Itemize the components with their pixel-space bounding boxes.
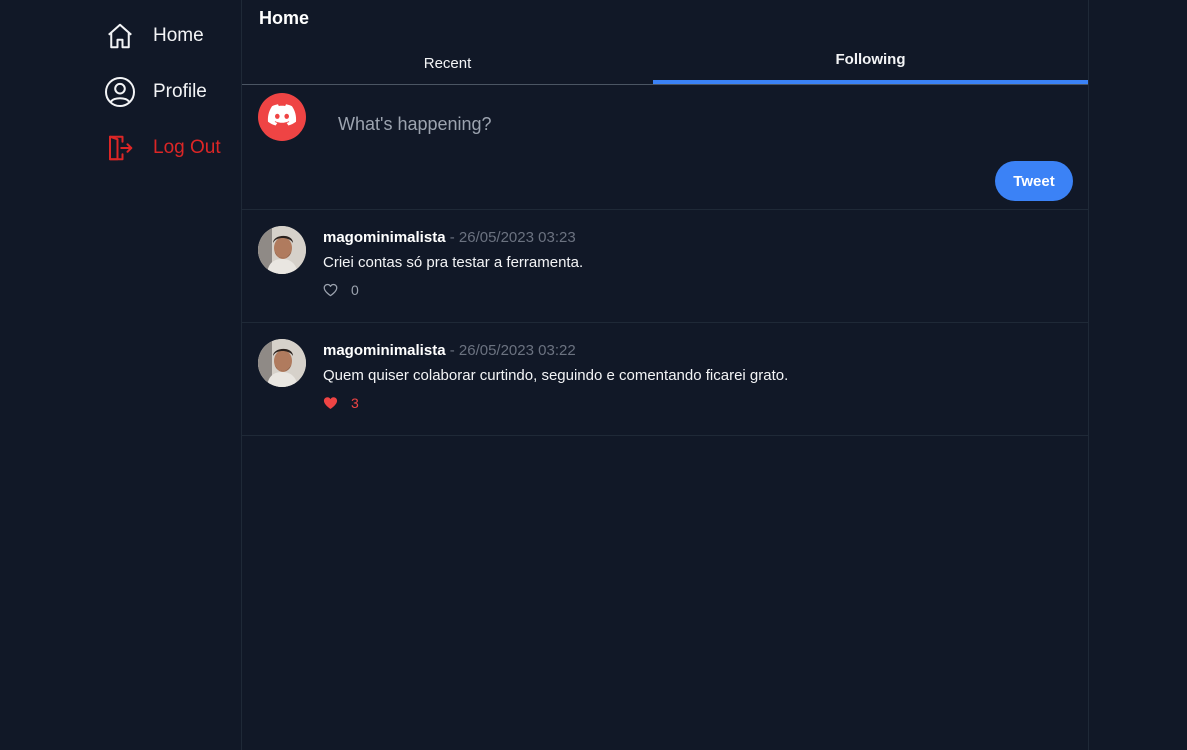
page-title: Home — [259, 8, 310, 28]
post-header: magominimalista - 26/05/2023 03:22 — [323, 342, 576, 359]
post-separator: - — [445, 342, 459, 359]
sidebar-item-label: Home — [153, 25, 204, 46]
tweet-button[interactable]: Tweet — [995, 161, 1073, 201]
logout-door-icon — [104, 132, 136, 164]
discord-logo-icon — [267, 103, 297, 132]
tweet-composer: Tweet — [242, 85, 1088, 210]
tab-recent[interactable]: Recent — [242, 41, 653, 84]
post-author[interactable]: magominimalista — [323, 342, 446, 359]
post-likes: 0 — [322, 281, 359, 299]
heart-filled-icon[interactable] — [322, 395, 338, 411]
post-likes: 3 — [322, 394, 359, 412]
active-tab-indicator — [653, 80, 1088, 84]
sidebar-item-label: Log Out — [153, 137, 221, 158]
sidebar-item-label: Profile — [153, 81, 207, 102]
tab-label: Recent — [423, 54, 472, 72]
tweet-input[interactable] — [324, 105, 1064, 143]
tab-following[interactable]: Following — [653, 41, 1088, 84]
post-header: magominimalista - 26/05/2023 03:23 — [323, 229, 576, 246]
sidebar-item-home[interactable]: Home — [104, 19, 204, 53]
sidebar: Home Profile Log Out — [0, 0, 241, 750]
tab-label: Following — [835, 51, 906, 68]
sidebar-item-profile[interactable]: Profile — [104, 75, 207, 109]
post-timestamp: 26/05/2023 03:22 — [458, 342, 576, 359]
post-text: Criei contas só pra testar a ferramenta. — [323, 254, 584, 271]
avatar[interactable] — [258, 226, 306, 274]
avatar[interactable] — [258, 339, 306, 387]
home-icon — [104, 20, 136, 52]
app-root: Home Profile Log Out Home Recent Followi… — [0, 0, 1187, 750]
post: magominimalista - 26/05/2023 03:22 Quem … — [242, 323, 1088, 436]
like-count: 0 — [351, 282, 359, 298]
user-circle-icon — [104, 76, 136, 108]
post-separator: - — [445, 229, 459, 246]
like-count: 3 — [351, 395, 359, 411]
heart-outline-icon[interactable] — [322, 282, 338, 298]
avatar — [258, 93, 306, 141]
post-timestamp: 26/05/2023 03:23 — [458, 229, 576, 246]
sidebar-item-logout[interactable]: Log Out — [104, 131, 221, 165]
main-feed: Home Recent Following What's happening? … — [241, 0, 1089, 750]
post-author[interactable]: magominimalista — [323, 229, 446, 246]
post-text: Quem quiser colaborar curtindo, seguindo… — [323, 367, 789, 384]
feed-tabs: Recent Following — [242, 41, 1088, 85]
post: magominimalista - 26/05/2023 03:23 Criei… — [242, 210, 1088, 323]
